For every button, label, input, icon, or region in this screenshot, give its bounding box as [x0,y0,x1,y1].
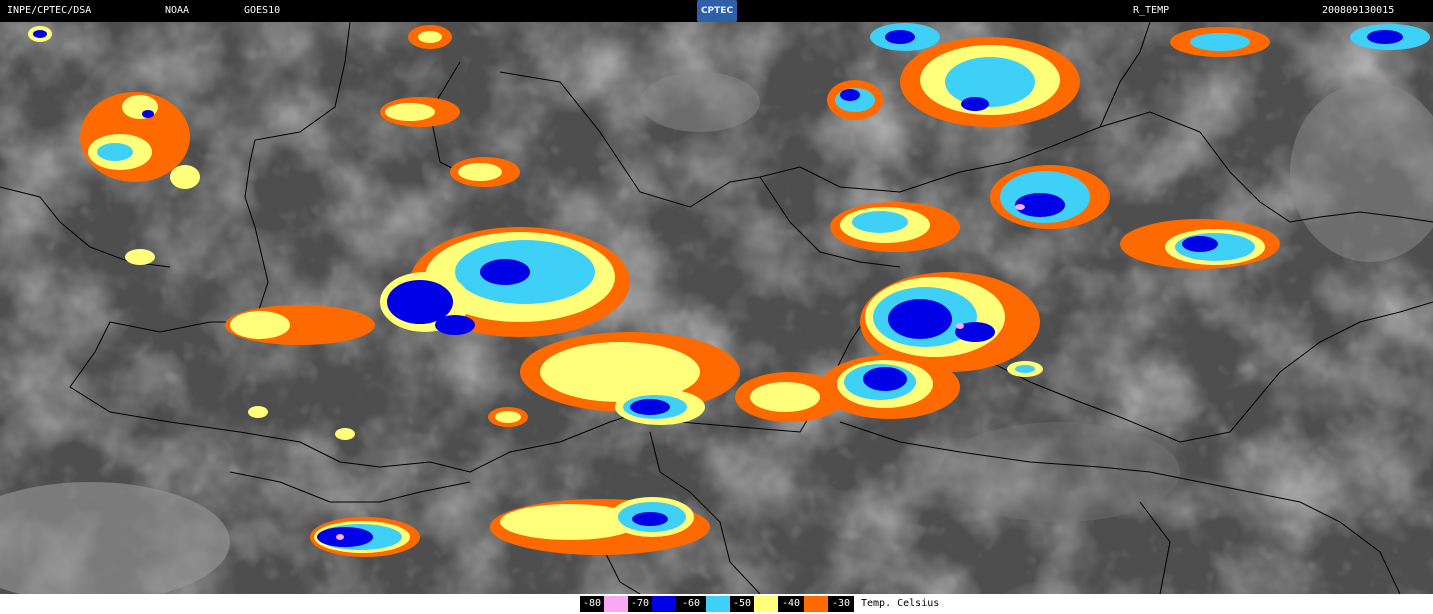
cell-band-60 [1190,33,1250,51]
legend-swatch-40 [804,596,828,612]
legend-swatch-60 [706,596,730,612]
legend-swatch-80 [604,596,628,612]
cell-band-80 [336,534,344,540]
cell-band-60 [945,57,1035,107]
cell-band-50 [248,406,268,418]
legend-label-30: -30 [828,596,854,612]
cell-band-50 [125,249,155,265]
cell-band-60 [97,143,133,161]
cell-band-70 [630,399,670,415]
cell-band-80 [1015,204,1025,210]
legend-swatch-70 [652,596,676,612]
cell-band-70 [33,30,47,38]
cptec-logo: CPTEC [697,0,737,22]
legend-swatch-50 [754,596,778,612]
cell-band-70 [840,89,860,101]
cell-band-70 [961,97,989,111]
cell-band-50 [335,428,355,440]
legend-unit-label: Temp. Celsius [861,598,940,609]
cell-band-50 [230,311,290,339]
cell-band-50 [170,165,200,189]
satellite-image [0,22,1433,594]
cptec-logo-text: CPTEC [700,6,734,16]
cell-band-70 [885,30,915,44]
legend-label-80: -80 [580,596,604,612]
temperature-legend: -80 -70 -60 -50 -40 -30 Temp. Celsius [0,594,1433,614]
source-label: INPE/CPTEC/DSA [7,5,92,16]
cell-band-70 [632,512,668,526]
cell-band-50 [418,31,442,43]
cell-band-60 [1015,365,1035,373]
satellite-label: GOES10 [244,5,281,16]
cell-band-70 [142,110,154,118]
legend-label-70: -70 [628,596,652,612]
cell-band-50 [458,163,502,181]
header-bar: INPE/CPTEC/DSA NOAA GOES10 CPTEC R_TEMP … [0,0,1433,22]
cell-band-50 [750,382,820,412]
legend-label-40: -40 [778,596,804,612]
legend-label-50: -50 [730,596,754,612]
satellite-map [0,22,1433,594]
legend-label-60: -60 [676,596,706,612]
cell-band-70 [435,315,475,335]
agency-label: NOAA [165,5,190,16]
cell-band-70 [480,259,530,285]
product-label: R_TEMP [1133,5,1170,16]
cell-band-70 [888,299,952,339]
cloud-bank [640,72,760,132]
cell-band-60 [852,211,908,233]
cell-band-70 [1182,236,1218,252]
cell-band-50 [385,103,435,121]
cell-band-50 [495,411,521,423]
cell-band-70 [1367,30,1403,44]
cell-band-70 [863,367,907,391]
timestamp-label: 200809130015 [1322,5,1395,16]
cell-band-70 [317,527,373,547]
cell-band-80 [956,323,964,329]
